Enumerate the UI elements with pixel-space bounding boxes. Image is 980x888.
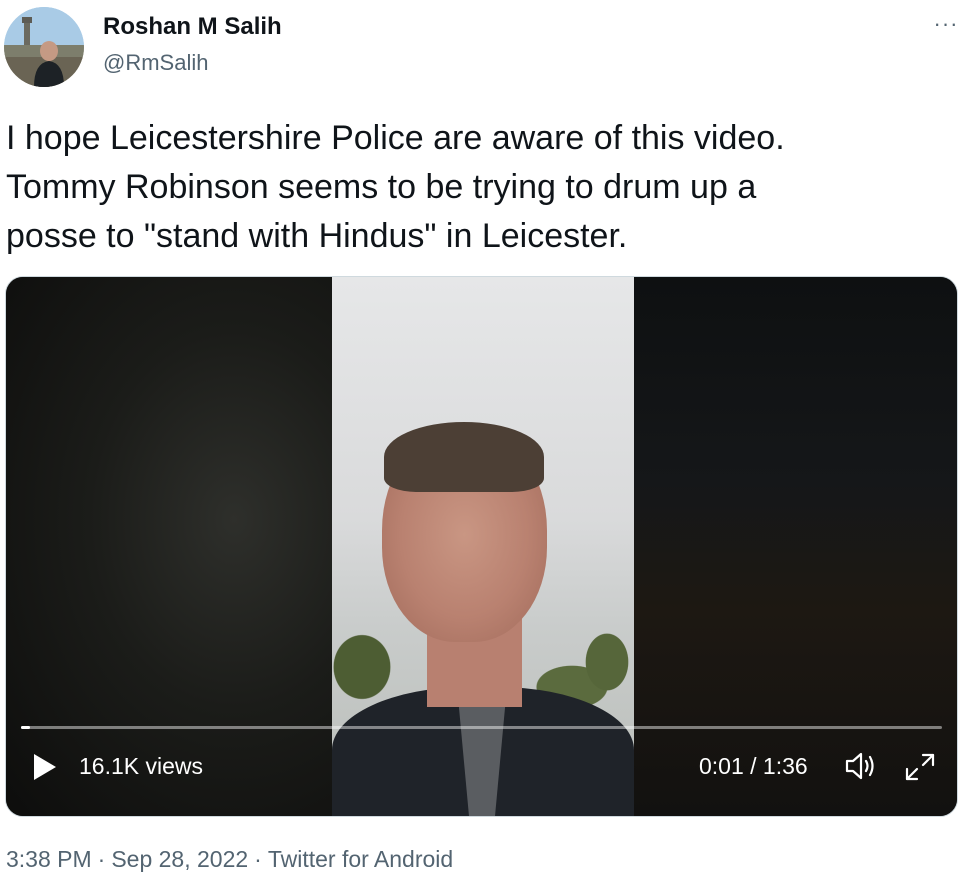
volume-icon[interactable] xyxy=(844,751,878,781)
video-progress-fill xyxy=(21,726,31,729)
video-controls: 16.1K views 0:01 / 1:36 xyxy=(6,747,957,787)
author-name[interactable]: Roshan M Salih xyxy=(103,13,282,41)
tweet-text-line: Tommy Robinson seems to be trying to dru… xyxy=(6,168,757,206)
meta-separator: · xyxy=(97,846,106,872)
tweet-time[interactable]: 3:38 PM xyxy=(6,846,92,872)
play-icon[interactable] xyxy=(32,753,58,781)
video-blurred-background-right xyxy=(633,277,957,816)
video-blurred-background-left xyxy=(6,277,332,816)
view-count: 16.1K views xyxy=(79,753,204,779)
tweet-metadata: 3:38 PM · Sep 28, 2022 · Twitter for Android xyxy=(6,846,453,873)
fullscreen-icon[interactable] xyxy=(903,751,937,783)
more-options-icon[interactable]: ··· xyxy=(926,11,966,36)
tweet-text-line: posse to "stand with Hindus" in Leiceste… xyxy=(6,217,628,255)
video-player[interactable]: 16.1K views 0:01 / 1:36 xyxy=(5,276,958,817)
tweet-text: I hope Leicestershire Police are aware o… xyxy=(6,114,966,261)
tweet-source[interactable]: Twitter for Android xyxy=(268,846,453,872)
tweet-date[interactable]: Sep 28, 2022 xyxy=(111,846,248,872)
tweet-text-line: I hope Leicestershire Police are aware o… xyxy=(6,119,785,157)
video-frame xyxy=(332,277,634,816)
video-progress-bar[interactable] xyxy=(21,726,942,729)
avatar[interactable] xyxy=(4,7,84,87)
video-person-hair xyxy=(384,422,544,492)
tweet: Roshan M Salih @RmSalih ··· I hope Leice… xyxy=(0,0,980,888)
author-handle[interactable]: @RmSalih xyxy=(103,50,208,76)
meta-separator: · xyxy=(254,846,262,872)
video-time: 0:01 / 1:36 xyxy=(699,753,808,779)
avatar-photo xyxy=(4,7,84,87)
